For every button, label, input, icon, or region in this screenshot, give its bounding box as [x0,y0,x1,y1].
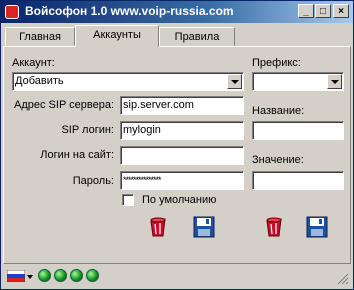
tab-accounts[interactable]: Аккаунты [75,25,159,47]
chevron-down-icon[interactable] [327,74,342,89]
save-rule-floppy-icon[interactable] [305,215,329,239]
account-select-value: Добавить [15,75,64,87]
maximize-button[interactable]: □ [315,4,331,18]
prefix-select[interactable] [252,72,344,91]
server-label: Адрес SIP сервера: [14,99,114,111]
indicator-4-icon [86,269,99,282]
tab-rules[interactable]: Правила [159,27,235,46]
sip-login-label: SIP логин: [61,124,114,136]
window-title: Войсофон 1.0 www.voip-russia.com [25,4,234,18]
tab-main[interactable]: Главная [5,27,75,46]
main-window: Войсофон 1.0 www.voip-russia.com _ □ × Г… [0,0,354,290]
title-bar: Войсофон 1.0 www.voip-russia.com _ □ × [1,1,353,23]
indicator-3-icon [70,269,83,282]
delete-rule-trash-icon[interactable] [262,215,286,239]
close-button[interactable]: × [333,4,349,18]
save-floppy-icon[interactable] [192,215,216,239]
value-input[interactable] [252,171,344,190]
name-input[interactable] [252,121,344,140]
russian-flag-icon[interactable] [7,270,25,282]
flag-dropdown-icon[interactable] [27,275,33,279]
indicator-2-icon [54,269,67,282]
chevron-down-icon[interactable] [227,74,242,89]
password-input[interactable]: *************** [120,171,244,190]
minimize-button[interactable]: _ [298,4,314,18]
accounts-panel: Аккаунт: Добавить Адрес SIP сервера: sip… [3,46,351,264]
account-select[interactable]: Добавить [12,72,244,91]
delete-trash-icon[interactable] [146,215,170,239]
site-login-label: Логин на сайт: [40,149,114,161]
status-bar [3,266,351,287]
tab-strip: Главная Аккаунты Правила [3,25,351,47]
password-label: Пароль: [72,175,114,187]
prefix-label: Префикс: [252,57,301,69]
default-checkbox[interactable] [122,194,134,206]
value-label: Значение: [252,154,304,166]
sip-login-input[interactable]: mylogin [120,121,244,140]
default-checkbox-label: По умолчанию [142,194,217,206]
app-icon [5,5,19,19]
site-login-input[interactable] [120,146,244,165]
sip-server-input[interactable]: sip.server.com [120,96,244,115]
indicator-1-icon [38,269,51,282]
resize-grip-icon[interactable] [337,273,349,285]
account-label: Аккаунт: [12,57,55,69]
name-label: Название: [252,105,305,117]
